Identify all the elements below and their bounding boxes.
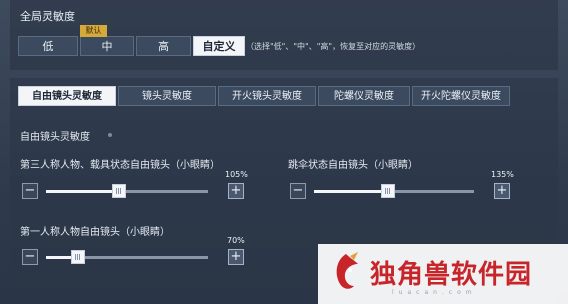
tab-fire-gyroscope[interactable]: 开火陀螺仪灵敏度 bbox=[412, 86, 510, 106]
slider-parachute-handle[interactable] bbox=[380, 184, 395, 198]
watermark-url: luacan.com bbox=[392, 289, 477, 296]
slider-parachute-fill bbox=[314, 190, 388, 193]
slider-third-person-plus-button[interactable]: + bbox=[228, 183, 244, 199]
slider-third-person-label: 第三人称人物、载具状态自由镜头（小眼睛） bbox=[20, 160, 220, 171]
default-badge: 默认 bbox=[80, 25, 107, 37]
slider-parachute-label: 跳伞状态自由镜头（小眼睛） bbox=[288, 160, 418, 171]
slider-third-person-value: 105% bbox=[225, 170, 248, 179]
global-sensitivity-title: 全局灵敏度 bbox=[20, 10, 75, 23]
slider-parachute-track[interactable] bbox=[314, 184, 474, 198]
slider-first-person-handle[interactable] bbox=[71, 250, 86, 264]
tab-fire-camera[interactable]: 开火镜头灵敏度 bbox=[218, 86, 316, 106]
slider-first-person-minus-button[interactable]: − bbox=[22, 249, 38, 265]
slider-first-person-plus-button[interactable]: + bbox=[228, 249, 244, 265]
slider-parachute-minus-button[interactable]: − bbox=[290, 183, 306, 199]
slider-third-person-minus-button[interactable]: − bbox=[22, 183, 38, 199]
slider-first-person-value: 70% bbox=[227, 236, 245, 245]
free-look-section-title: 自由镜头灵敏度 bbox=[20, 132, 90, 143]
option-custom[interactable]: 自定义 bbox=[193, 36, 245, 56]
preset-hint-text: （选择"低"、"中"、"高"，恢复至对应的灵敏度） bbox=[246, 42, 421, 51]
tab-gyroscope[interactable]: 陀螺仪灵敏度 bbox=[318, 86, 410, 106]
decorative-dot bbox=[108, 133, 112, 137]
slider-parachute-value: 135% bbox=[491, 170, 514, 179]
global-sensitivity-selector: 低 中 高 自定义 bbox=[18, 36, 247, 56]
slider-first-person-track[interactable] bbox=[46, 250, 208, 264]
tab-camera[interactable]: 镜头灵敏度 bbox=[118, 86, 216, 106]
slider-parachute-plus-button[interactable]: + bbox=[494, 183, 510, 199]
slider-third-person-fill bbox=[46, 190, 119, 193]
watermark: 独角兽软件园 luacan.com bbox=[318, 244, 568, 304]
option-medium[interactable]: 中 bbox=[80, 36, 134, 56]
slider-third-person-track[interactable] bbox=[46, 184, 208, 198]
sensitivity-tabs: 自由镜头灵敏度 镜头灵敏度 开火镜头灵敏度 陀螺仪灵敏度 开火陀螺仪灵敏度 bbox=[18, 86, 512, 106]
slider-first-person-label: 第一人称人物自由镜头（小眼睛） bbox=[20, 227, 170, 238]
option-low[interactable]: 低 bbox=[18, 36, 78, 56]
unicorn-logo-icon bbox=[336, 252, 358, 289]
slider-third-person-handle[interactable] bbox=[111, 184, 126, 198]
option-high[interactable]: 高 bbox=[136, 36, 191, 56]
watermark-text: 独角兽软件园 bbox=[370, 260, 533, 290]
tab-free-look[interactable]: 自由镜头灵敏度 bbox=[18, 86, 116, 106]
